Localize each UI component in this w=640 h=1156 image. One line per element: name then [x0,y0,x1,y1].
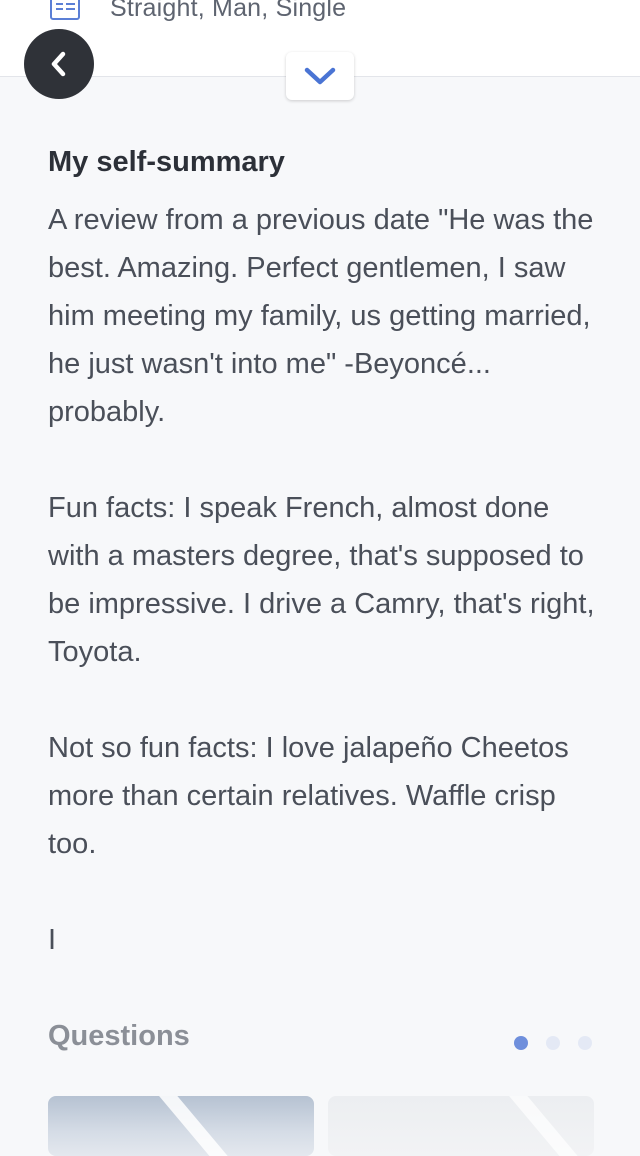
id-card-icon [50,0,80,20]
chevron-left-icon [51,51,66,77]
details-text: Straight, Man, Single [110,0,347,22]
pagination-dot-3[interactable] [578,1036,592,1050]
question-card[interactable] [48,1096,314,1156]
summary-paragraph: Not so fun facts: I love jalapeño Cheeto… [48,732,569,860]
summary-paragraph: I [48,924,57,956]
questions-title: Questions [48,1020,190,1052]
summary-paragraph: Fun facts: I speak French, almost done w… [48,492,595,668]
chevron-down-icon [304,67,336,85]
pagination-dot-2[interactable] [546,1036,560,1050]
back-button[interactable] [24,29,94,99]
summary-paragraph: A review from a previous date "He was th… [48,204,594,428]
questions-pagination [514,1036,592,1050]
pagination-dot-1[interactable] [514,1036,528,1050]
details-row: Straight, Man, Single [50,0,346,28]
self-summary-title: My self-summary [48,146,285,178]
self-summary-text: A review from a previous date "He was th… [48,196,608,1012]
expand-button[interactable] [286,52,354,100]
question-card[interactable] [328,1096,594,1156]
